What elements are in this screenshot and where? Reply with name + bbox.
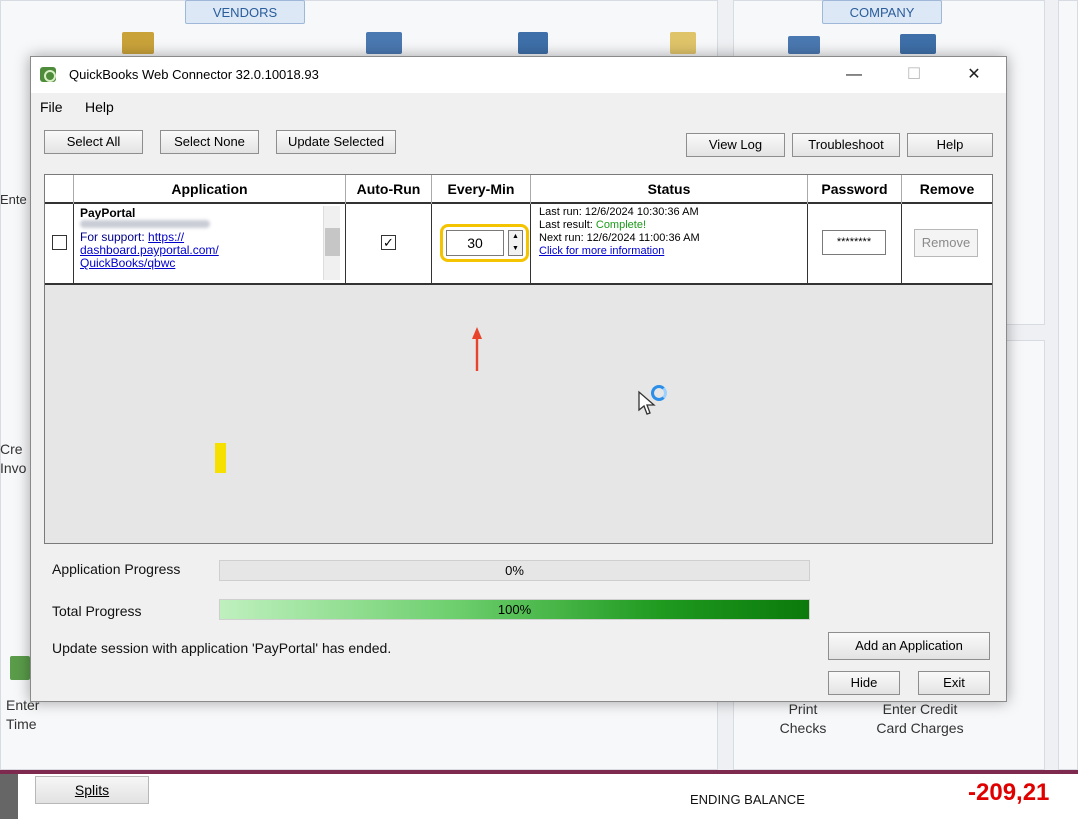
status-message: Update session with application 'PayPort…	[52, 640, 392, 656]
update-selected-button[interactable]: Update Selected	[276, 130, 396, 154]
register-footer	[0, 770, 1078, 819]
scrollbar-thumb[interactable]	[325, 228, 340, 256]
checkmark-icon: ✓	[383, 235, 394, 250]
loading-ring-icon	[651, 385, 667, 401]
application-progress-value: 0%	[505, 563, 524, 578]
blurred-company-name	[80, 220, 210, 228]
title-bar[interactable]: QuickBooks Web Connector 32.0.10018.93 —…	[31, 57, 1006, 93]
ending-balance-label: ENDING BALANCE	[690, 792, 805, 807]
support-prefix: For support:	[80, 230, 145, 244]
last-run: Last run: 12/6/2024 10:30:36 AM	[539, 206, 699, 218]
spin-down-icon[interactable]: ▼	[512, 245, 519, 252]
row-select-cell	[45, 204, 74, 283]
menu-file[interactable]: File	[40, 99, 63, 115]
enter-time-icon[interactable]	[10, 656, 30, 680]
left-create-invoices-label: Cre Invo	[0, 441, 27, 476]
vendors-label[interactable]: VENDORS	[185, 0, 305, 24]
calendar-icon[interactable]	[788, 36, 820, 54]
header-application[interactable]: Application	[74, 175, 346, 204]
header-every-min[interactable]: Every-Min	[432, 175, 531, 204]
total-progress-label: Total Progress	[52, 603, 142, 619]
status-info: Last run: 12/6/2024 10:30:36 AM Last res…	[539, 206, 700, 258]
header-password[interactable]: Password	[808, 175, 902, 204]
yellow-highlight-mark	[215, 443, 226, 473]
application-row: PayPortal For support: https:// dashboar…	[45, 204, 992, 285]
company-label[interactable]: COMPANY	[822, 0, 942, 24]
more-info-link[interactable]: Click for more information	[539, 245, 700, 258]
select-none-button[interactable]: Select None	[160, 130, 259, 154]
support-info: For support: https:// dashboard.payporta…	[80, 231, 325, 270]
applications-grid: Application Auto-Run Every-Min Status Pa…	[44, 174, 993, 544]
total-progress-bar: 100%	[219, 599, 810, 620]
header-status[interactable]: Status	[531, 175, 808, 204]
support-link-1[interactable]: https://	[148, 230, 184, 244]
left-enter-label: Ente	[0, 192, 27, 207]
application-scrollbar[interactable]	[323, 206, 340, 280]
total-progress-value: 100%	[497, 602, 532, 617]
users-icon[interactable]	[900, 34, 936, 54]
every-min-highlight: 30 ▲ ▼	[440, 224, 529, 262]
select-all-button[interactable]: Select All	[44, 130, 143, 154]
next-run: Next run: 12/6/2024 11:00:36 AM	[539, 232, 700, 244]
quickbooks-connector-icon	[40, 67, 56, 82]
help-button[interactable]: Help	[907, 133, 993, 157]
close-button[interactable]: ✕	[959, 61, 989, 89]
grid-header: Application Auto-Run Every-Min Status Pa…	[45, 175, 992, 204]
web-connector-window: QuickBooks Web Connector 32.0.10018.93 —…	[30, 56, 1007, 702]
auto-run-checkbox[interactable]: ✓	[381, 235, 396, 250]
receive-items-icon[interactable]	[366, 32, 402, 54]
ending-balance-value: -209,21	[968, 779, 1050, 806]
header-select	[45, 175, 74, 204]
troubleshoot-button[interactable]: Troubleshoot	[792, 133, 900, 157]
row-select-checkbox[interactable]	[52, 235, 67, 250]
application-name: PayPortal	[80, 206, 136, 220]
auto-run-cell: ✓	[346, 204, 432, 283]
up-arrow-icon	[472, 327, 482, 371]
inventory-icon[interactable]	[518, 32, 548, 54]
enter-credit-card-charges-label[interactable]: Enter Credit Card Charges	[862, 700, 978, 738]
every-min-spinner[interactable]: ▲ ▼	[508, 230, 523, 256]
support-link-3[interactable]: QuickBooks/qbwc	[80, 256, 175, 270]
splits-label: Splits	[74, 782, 110, 798]
hide-button[interactable]: Hide	[828, 671, 900, 695]
header-remove[interactable]: Remove	[902, 175, 992, 204]
maximize-button[interactable]: ☐	[899, 61, 929, 89]
last-result-label: Last result:	[539, 219, 593, 231]
application-cell: PayPortal For support: https:// dashboar…	[74, 204, 346, 283]
bill-icon[interactable]	[670, 32, 696, 54]
every-min-input[interactable]: 30	[446, 230, 504, 256]
splits-button[interactable]: Splits	[35, 776, 149, 804]
remove-button[interactable]: Remove	[914, 229, 978, 257]
menu-bar: File Help	[31, 93, 1006, 119]
password-field[interactable]: ********	[822, 230, 886, 255]
vendor-truck-icon[interactable]	[122, 32, 154, 54]
header-auto-run[interactable]: Auto-Run	[346, 175, 432, 204]
print-checks-label[interactable]: Print Checks	[770, 700, 836, 738]
add-application-button[interactable]: Add an Application	[828, 632, 990, 660]
last-result: Last result: Complete!	[539, 219, 700, 232]
application-progress-label: Application Progress	[52, 561, 181, 577]
spin-up-icon[interactable]: ▲	[512, 233, 519, 240]
window-title: QuickBooks Web Connector 32.0.10018.93	[69, 67, 319, 82]
application-progress-bar: 0%	[219, 560, 810, 581]
right-sidebar-panel	[1058, 0, 1078, 770]
menu-help[interactable]: Help	[85, 99, 114, 115]
register-left-strip	[0, 774, 18, 819]
view-log-button[interactable]: View Log	[686, 133, 785, 157]
last-result-value: Complete!	[595, 219, 647, 231]
exit-button[interactable]: Exit	[918, 671, 990, 695]
support-link-2[interactable]: dashboard.payportal.com/	[80, 243, 219, 257]
minimize-button[interactable]: —	[839, 61, 869, 89]
